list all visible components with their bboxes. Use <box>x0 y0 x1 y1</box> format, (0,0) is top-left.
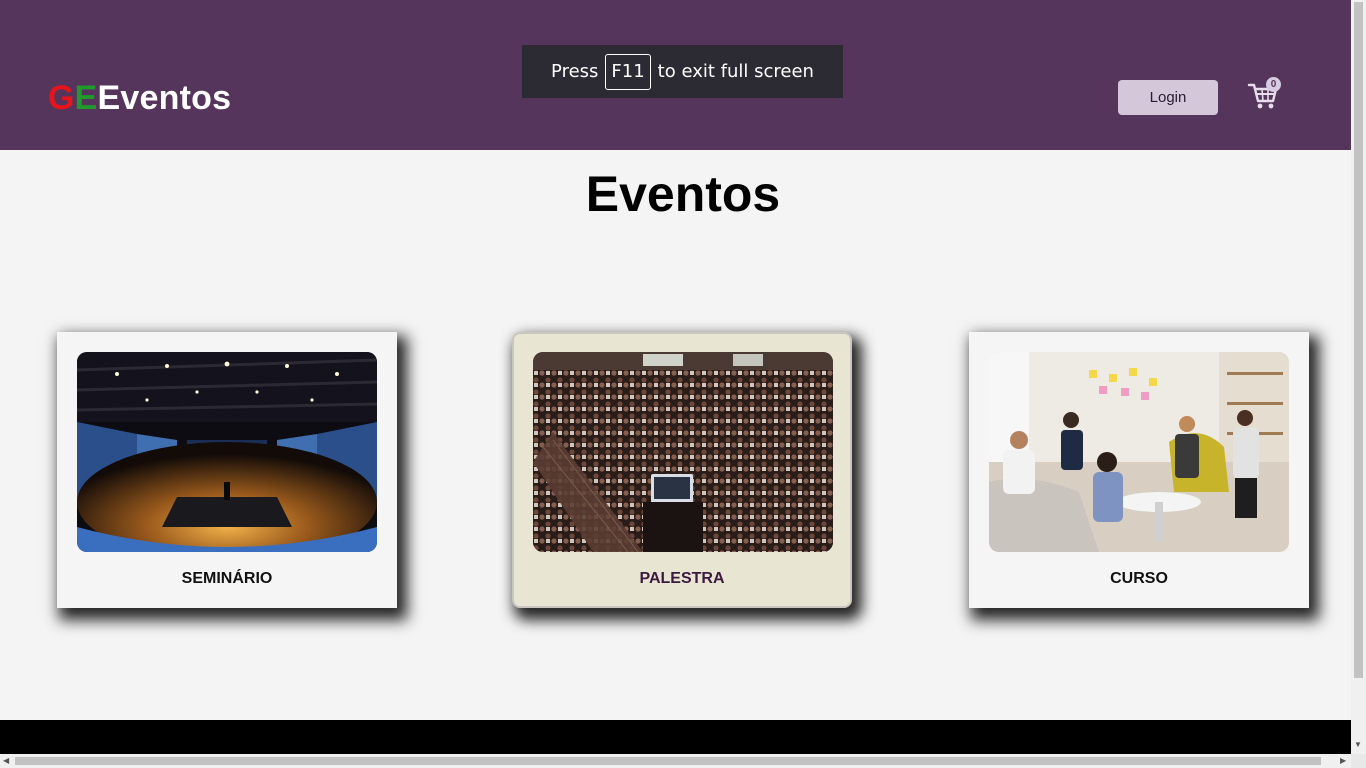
page-title: Eventos <box>585 166 781 222</box>
login-button[interactable]: Login <box>1118 80 1218 115</box>
logo-letter-e: E <box>74 79 98 117</box>
event-card-label: CURSO <box>1110 570 1168 587</box>
event-card-curso[interactable]: CURSO <box>969 332 1309 608</box>
seminar-photo <box>77 352 377 552</box>
site-footer <box>0 720 1351 754</box>
vertical-scrollbar-thumb[interactable] <box>1354 2 1363 678</box>
event-card-label: PALESTRA <box>639 570 725 587</box>
site-logo[interactable]: GEEventos <box>48 78 231 118</box>
scroll-right-arrow-icon[interactable]: ▶ <box>1340 756 1346 765</box>
lecture-photo <box>533 352 833 552</box>
fullscreen-notice-before: Press <box>551 61 599 82</box>
scroll-down-arrow-icon[interactable]: ▼ <box>1354 740 1362 749</box>
event-card-seminario[interactable]: SEMINÁRIO <box>57 332 397 608</box>
horizontal-scrollbar-thumb[interactable] <box>15 757 1321 765</box>
logo-text: Eventos <box>97 79 232 117</box>
horizontal-scrollbar[interactable]: ◀ ▶ <box>0 754 1351 768</box>
cart-count-badge: 0 <box>1266 77 1281 92</box>
fullscreen-notice-key: F11 <box>605 53 651 90</box>
event-card-label: SEMINÁRIO <box>181 570 273 587</box>
event-card-palestra[interactable]: PALESTRA <box>512 332 852 608</box>
scroll-left-arrow-icon[interactable]: ◀ <box>3 756 9 765</box>
course-photo <box>989 352 1289 552</box>
fullscreen-notice: Press F11 to exit full screen <box>522 45 843 98</box>
scrollbar-corner <box>1351 754 1366 768</box>
fullscreen-notice-after: to exit full screen <box>657 61 814 82</box>
vertical-scrollbar[interactable]: ▼ <box>1351 0 1366 754</box>
site-header: GEEventos Press F11 to exit full screen … <box>0 0 1351 150</box>
logo-letter-g: G <box>48 79 75 117</box>
